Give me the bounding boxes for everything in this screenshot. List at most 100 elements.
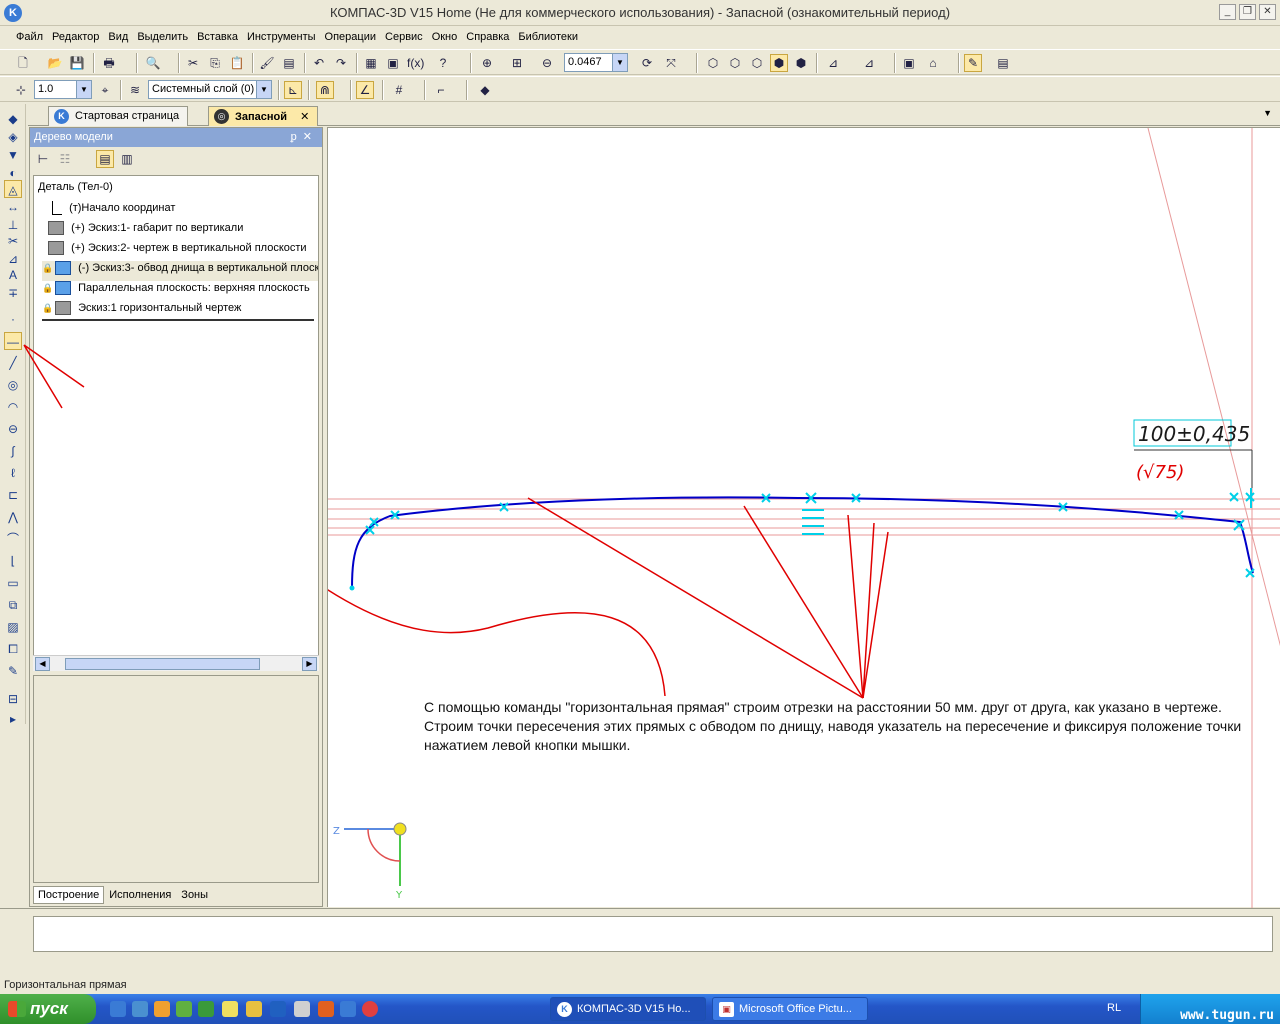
undo-icon[interactable]: ↶ — [310, 54, 328, 72]
menu-select[interactable]: Выделить — [135, 27, 193, 48]
scale-combo[interactable]: 1.0 ▼ — [34, 80, 92, 99]
tree-item-sketch3[interactable]: 🔒 (-) Эскиз:3- обвод днища в вертикально… — [42, 261, 318, 281]
tab-versions[interactable]: Исполнения — [104, 886, 176, 904]
function-icon[interactable]: f(x) — [406, 54, 424, 72]
utility-icon[interactable] — [176, 1001, 192, 1017]
surfaces-icon[interactable]: ◈ — [4, 128, 22, 146]
menu-tools[interactable]: Инструменты — [245, 27, 321, 48]
polyline-tool-icon[interactable]: ⋀ — [4, 508, 22, 526]
snap-filter-icon[interactable]: ⊿ — [860, 54, 878, 72]
constraints-icon[interactable]: ∓ — [4, 284, 22, 302]
pin-icon[interactable]: ᵱ — [291, 131, 303, 143]
firefox-icon[interactable] — [154, 1001, 170, 1017]
bezier-tool-icon[interactable]: ℓ — [4, 464, 22, 482]
hidden-lines-icon[interactable]: ⬡ — [726, 54, 744, 72]
help-pointer-icon[interactable]: ? — [434, 54, 452, 72]
menu-libraries[interactable]: Библиотеки — [516, 27, 583, 48]
tree-item-sketch2[interactable]: (+) Эскиз:2- чертеж в вертикальной плоск… — [48, 241, 307, 261]
zoom-window-icon[interactable]: ⊞ — [508, 54, 526, 72]
tab-zones[interactable]: Зоны — [176, 886, 213, 904]
hatch-tool-icon[interactable]: ▨ — [4, 618, 22, 636]
copy-geometry-icon[interactable]: ⧠ — [4, 640, 22, 658]
start-button[interactable]: пуск — [0, 994, 96, 1024]
arrays-icon[interactable]: ▼ — [4, 146, 22, 164]
scroll-thumb[interactable] — [65, 658, 260, 670]
tree-structure-icon[interactable]: ⊢ — [34, 150, 52, 168]
view-orient-icon[interactable]: ◆ — [476, 81, 494, 99]
new-file-icon[interactable]: 🗋 — [14, 54, 32, 72]
parameters-icon[interactable]: ▤ — [994, 54, 1012, 72]
preview-icon[interactable]: 🔍 — [144, 54, 162, 72]
menu-help[interactable]: Справка — [464, 27, 514, 48]
chamfer-tool-icon[interactable]: ⌊ — [4, 552, 22, 570]
magnet-snap-icon[interactable]: ⋒ — [316, 81, 334, 99]
layer-combo[interactable]: Системный слой (0) ▼ — [148, 80, 272, 99]
tree-filter-icon[interactable]: ⊿ — [824, 54, 842, 72]
layers-icon[interactable]: ≋ — [126, 81, 144, 99]
fill-tool-icon[interactable]: ✎ — [4, 662, 22, 680]
open-folder-icon[interactable]: 📂 — [46, 54, 64, 72]
tree-item-plane[interactable]: 🔒 Параллельная плоскость: верхняя плоско… — [42, 281, 310, 301]
zoom-scale-icon[interactable]: ⊖ — [538, 54, 556, 72]
box-yellow-icon[interactable]: ▣ — [900, 54, 918, 72]
tab-construction[interactable]: Построение — [33, 886, 105, 904]
format-brush-icon[interactable]: 🖌 — [258, 54, 276, 72]
snap-icon[interactable]: ⌖ — [96, 81, 114, 99]
palette-expand-icon[interactable]: ▸ — [4, 710, 22, 728]
ie-icon[interactable] — [110, 1001, 126, 1017]
house-icon[interactable]: ⌂ — [924, 54, 942, 72]
tree-item-part[interactable]: Деталь (Тел-0) — [38, 181, 113, 201]
paste-icon[interactable]: 📋 — [228, 54, 246, 72]
tree-horizontal-scrollbar[interactable]: ◀ ▶ — [33, 655, 319, 671]
spline-tool-icon[interactable]: ∫ — [4, 442, 22, 460]
dimensions-icon[interactable]: ↔ — [4, 198, 22, 216]
angle-snap-icon[interactable]: ∠ — [356, 81, 374, 99]
ortho-icon[interactable]: ⊾ — [284, 81, 302, 99]
tabs-dropdown-icon[interactable]: ▼ — [1263, 108, 1272, 118]
chevron-down-icon[interactable]: ▼ — [256, 81, 271, 98]
tree-settings-icon[interactable]: ▥ — [118, 150, 136, 168]
tree-list-icon[interactable]: ☷ — [56, 150, 74, 168]
halftone-edges-icon[interactable]: ⬢ — [792, 54, 810, 72]
zoom-in-icon[interactable]: ⊕ — [478, 54, 496, 72]
menu-file[interactable]: Файл — [14, 27, 48, 48]
redo-icon[interactable]: ↷ — [332, 54, 350, 72]
properties-icon[interactable]: ▤ — [280, 54, 298, 72]
local-cs-icon[interactable]: ⊹ — [12, 81, 30, 99]
notes-icon[interactable] — [222, 1001, 238, 1017]
variables-icon[interactable]: ▣ — [384, 54, 402, 72]
menu-operations[interactable]: Операции — [323, 27, 381, 48]
blender-icon[interactable] — [318, 1001, 334, 1017]
cut-icon[interactable]: ✂ — [184, 54, 202, 72]
rotate-icon[interactable]: ⟳ — [638, 54, 656, 72]
orientation-icon[interactable]: ⤧ — [662, 54, 680, 72]
taskbar-kompas-button[interactable]: K КОМПАС-3D V15 Ho... — [550, 997, 706, 1021]
drawing-canvas[interactable]: 100±0,435 (√75) Z Y С помощью команды "г… — [327, 127, 1280, 908]
command-panel[interactable] — [33, 916, 1273, 952]
point-tool-icon[interactable]: · — [4, 310, 22, 328]
restore-button[interactable]: ❐ — [1239, 4, 1256, 20]
tree-view-mode-icon[interactable]: ▤ — [96, 150, 114, 168]
scroll-left-icon[interactable]: ◀ — [35, 657, 50, 671]
projection-tool-icon[interactable]: ⧉ — [4, 596, 22, 614]
tree-item-origin[interactable]: (т)Начало координат — [52, 201, 175, 221]
round-icon[interactable]: ⌐ — [432, 81, 450, 99]
menu-edit[interactable]: Редактор — [50, 27, 104, 48]
chevron-down-icon[interactable]: ▼ — [76, 81, 91, 98]
menu-insert[interactable]: Вставка — [195, 27, 243, 48]
print-icon[interactable]: 🖶 — [100, 54, 118, 72]
minimize-button[interactable]: _ — [1219, 4, 1236, 20]
tree-item-sketch1[interactable]: (+) Эскиз:1- габарит по вертикали — [48, 221, 243, 241]
sketch-mode-icon[interactable]: ✎ — [964, 54, 982, 72]
library-tool-icon[interactable]: ⊟ — [4, 690, 22, 708]
menu-window[interactable]: Окно — [430, 27, 463, 48]
menu-service[interactable]: Сервис — [383, 27, 428, 48]
close-button[interactable]: ✕ — [1259, 4, 1276, 20]
language-indicator[interactable]: RL — [1107, 1002, 1121, 1014]
copy-icon[interactable]: ⎘ — [206, 54, 224, 72]
solid-operations-icon[interactable]: ◆ — [4, 110, 22, 128]
grid-icon[interactable]: # — [390, 81, 408, 99]
folder-icon[interactable] — [246, 1001, 262, 1017]
fillet-tool-icon[interactable]: ⌒ — [4, 530, 22, 548]
tree-item-sketch-horizontal[interactable]: 🔒 Эскиз:1 горизонтальный чертеж — [42, 301, 314, 321]
